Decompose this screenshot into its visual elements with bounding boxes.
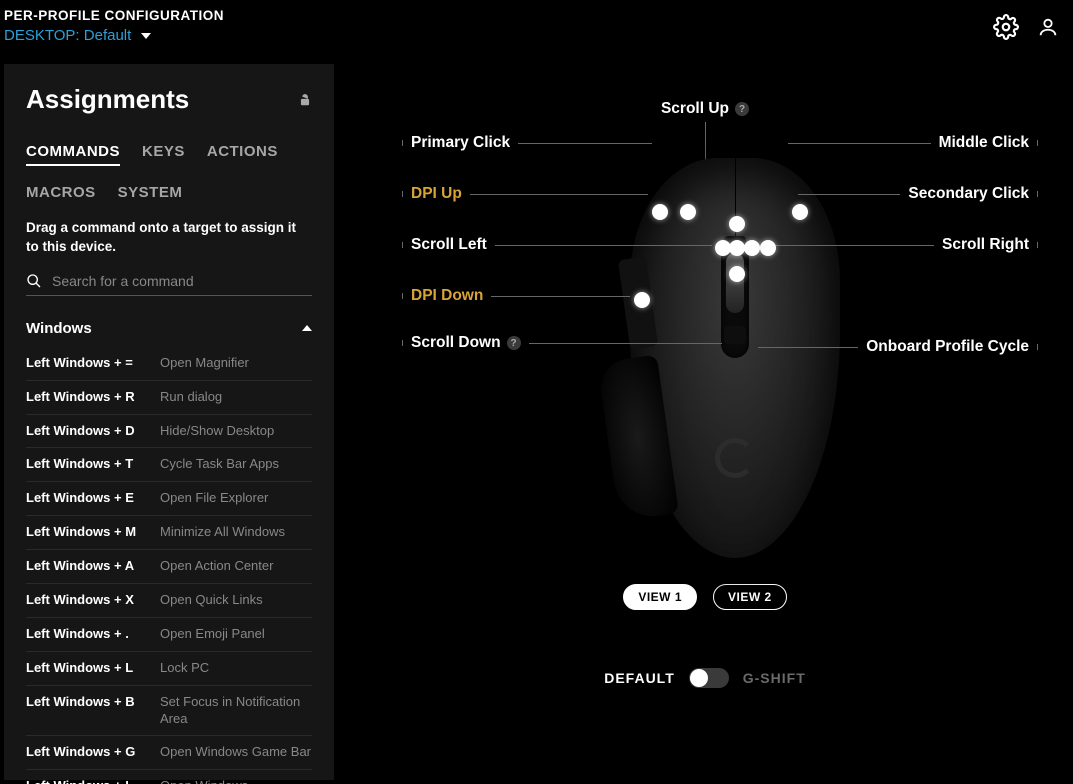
label-scroll-right: Scroll Right bbox=[934, 236, 1037, 254]
command-key: Left Windows + M bbox=[26, 524, 150, 541]
command-list[interactable]: Windows Left Windows + =Open MagnifierLe… bbox=[26, 314, 312, 784]
device-view: Scroll Up ? Primary Click DPI Up Scroll … bbox=[340, 100, 1070, 780]
command-desc: Open Magnifier bbox=[160, 355, 312, 372]
label-primary-click: Primary Click bbox=[403, 134, 518, 152]
command-row[interactable]: Left Windows + L Lock PC bbox=[26, 652, 312, 686]
user-icon[interactable] bbox=[1037, 16, 1059, 38]
lock-open-icon[interactable] bbox=[298, 93, 312, 107]
command-desc: Set Focus in Notification Area bbox=[160, 694, 312, 728]
assignment-tabs: COMMANDS KEYS ACTIONS MACROS SYSTEM bbox=[26, 143, 312, 201]
hotspot[interactable] bbox=[792, 204, 808, 220]
label-scroll-down: Scroll Down bbox=[411, 334, 501, 352]
profile-label: DESKTOP: bbox=[4, 27, 80, 44]
command-key: Left Windows + T bbox=[26, 456, 150, 473]
command-desc: Run dialog bbox=[160, 389, 312, 406]
tab-commands[interactable]: COMMANDS bbox=[26, 143, 120, 166]
command-desc: Open File Explorer bbox=[160, 490, 312, 507]
command-row[interactable]: Left Windows + D Hide/Show Desktop bbox=[26, 415, 312, 449]
command-row[interactable]: Left Windows + R Run dialog bbox=[26, 381, 312, 415]
label-onboard-profile: Onboard Profile Cycle bbox=[858, 338, 1037, 356]
hotspot[interactable] bbox=[744, 240, 760, 256]
command-desc: Open Windows Game Bar bbox=[160, 744, 312, 761]
command-desc: Open Emoji Panel bbox=[160, 626, 312, 643]
logo-icon bbox=[715, 438, 755, 478]
chevron-down-icon bbox=[141, 33, 151, 39]
view-1-button[interactable]: VIEW 1 bbox=[623, 584, 697, 610]
hotspot[interactable] bbox=[729, 216, 745, 232]
gshift-toggle[interactable] bbox=[689, 668, 729, 688]
command-row[interactable]: Left Windows + . Open Emoji Panel bbox=[26, 618, 312, 652]
command-desc: Open Windows bbox=[160, 778, 312, 783]
command-desc: Lock PC bbox=[160, 660, 312, 677]
profile-selector[interactable]: DESKTOP: Default bbox=[4, 27, 224, 44]
command-group-title: Windows bbox=[26, 320, 92, 337]
label-scroll-left: Scroll Left bbox=[403, 236, 495, 254]
search-icon bbox=[26, 273, 42, 289]
help-icon[interactable]: ? bbox=[507, 336, 521, 350]
command-desc: Hide/Show Desktop bbox=[160, 423, 312, 440]
command-key: Left Windows + . bbox=[26, 626, 150, 643]
command-key: Left Windows + D bbox=[26, 423, 150, 440]
tab-keys[interactable]: KEYS bbox=[142, 143, 185, 166]
toggle-label-default: DEFAULT bbox=[604, 670, 675, 686]
hotspot[interactable] bbox=[729, 266, 745, 282]
panel-title: Assignments bbox=[26, 84, 189, 115]
hotspot[interactable] bbox=[634, 292, 650, 308]
label-dpi-down: DPI Down bbox=[403, 287, 491, 305]
command-row[interactable]: Left Windows + B Set Focus in Notificatio… bbox=[26, 686, 312, 737]
command-row[interactable]: Left Windows + M Minimize All Windows bbox=[26, 516, 312, 550]
hotspot[interactable] bbox=[652, 204, 668, 220]
toggle-label-gshift: G-SHIFT bbox=[743, 670, 806, 686]
hotspot[interactable] bbox=[729, 240, 745, 256]
command-row[interactable]: Left Windows + I Open Windows bbox=[26, 770, 312, 783]
command-row[interactable]: Left Windows + E Open File Explorer bbox=[26, 482, 312, 516]
label-dpi-up: DPI Up bbox=[403, 185, 470, 203]
command-key: Left Windows + L bbox=[26, 660, 150, 677]
tab-macros[interactable]: MACROS bbox=[26, 184, 96, 201]
hotspot[interactable] bbox=[680, 204, 696, 220]
command-key: Left Windows + A bbox=[26, 558, 150, 575]
label-scroll-up: Scroll Up bbox=[661, 100, 729, 118]
gear-icon[interactable] bbox=[993, 14, 1019, 40]
command-key: Left Windows + I bbox=[26, 778, 150, 783]
command-row[interactable]: Left Windows + A Open Action Center bbox=[26, 550, 312, 584]
label-middle-click: Middle Click bbox=[931, 134, 1037, 152]
label-secondary-click: Secondary Click bbox=[900, 185, 1037, 203]
command-row[interactable]: Left Windows + X Open Quick Links bbox=[26, 584, 312, 618]
search-row bbox=[26, 273, 312, 296]
help-icon[interactable]: ? bbox=[735, 102, 749, 116]
command-group-header[interactable]: Windows bbox=[26, 314, 312, 347]
command-key: Left Windows + = bbox=[26, 355, 150, 372]
command-row[interactable]: Left Windows + = Open Magnifier bbox=[26, 347, 312, 381]
hotspot[interactable] bbox=[760, 240, 776, 256]
chevron-up-icon bbox=[302, 325, 312, 331]
command-desc: Open Action Center bbox=[160, 558, 312, 575]
view-2-button[interactable]: VIEW 2 bbox=[713, 584, 787, 610]
command-key: Left Windows + R bbox=[26, 389, 150, 406]
command-row[interactable]: Left Windows + T Cycle Task Bar Apps bbox=[26, 448, 312, 482]
command-desc: Open Quick Links bbox=[160, 592, 312, 609]
tab-system[interactable]: SYSTEM bbox=[118, 184, 183, 201]
page-title: PER-PROFILE CONFIGURATION bbox=[4, 8, 224, 23]
command-key: Left Windows + G bbox=[26, 744, 150, 761]
tab-actions[interactable]: ACTIONS bbox=[207, 143, 278, 166]
command-key: Left Windows + B bbox=[26, 694, 150, 711]
search-input[interactable] bbox=[52, 273, 312, 289]
command-key: Left Windows + E bbox=[26, 490, 150, 507]
command-key: Left Windows + X bbox=[26, 592, 150, 609]
command-row[interactable]: Left Windows + G Open Windows Game Bar bbox=[26, 736, 312, 770]
profile-value: Default bbox=[84, 27, 132, 44]
drag-hint: Drag a command onto a target to assign i… bbox=[26, 219, 312, 257]
command-desc: Minimize All Windows bbox=[160, 524, 312, 541]
command-desc: Cycle Task Bar Apps bbox=[160, 456, 312, 473]
assignments-panel: Assignments COMMANDS KEYS ACTIONS MACROS… bbox=[4, 64, 334, 780]
